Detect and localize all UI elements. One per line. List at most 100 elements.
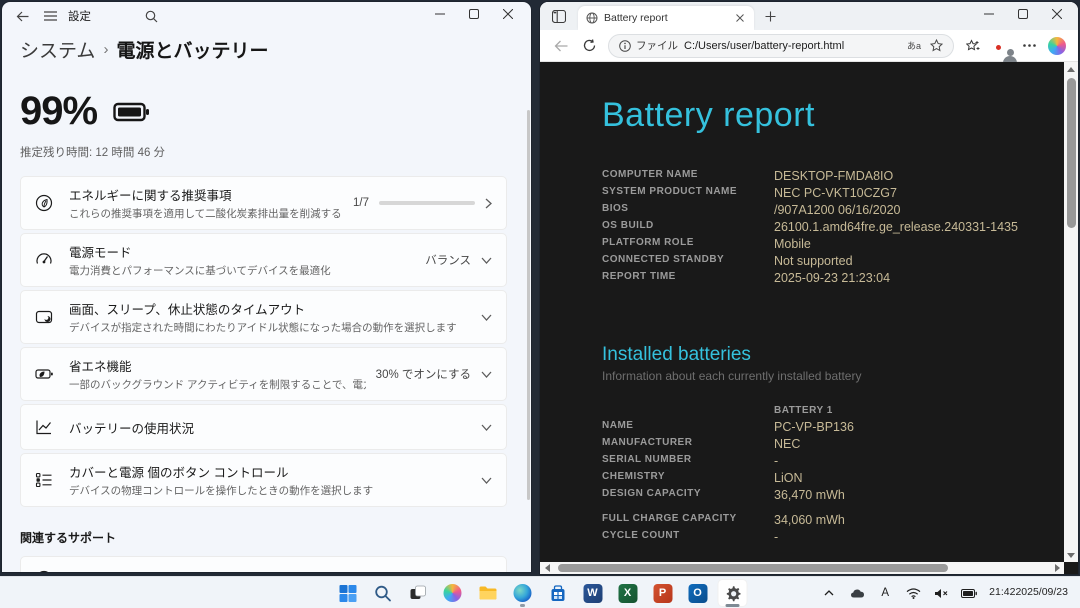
breadcrumb-system[interactable]: システム [20,36,95,63]
tab-battery-report[interactable]: Battery report [578,6,754,30]
chevron-down-icon[interactable] [481,477,492,484]
chevron-down-icon[interactable] [481,424,492,431]
card-title: エネルギーに関する推奨事項 [69,189,232,203]
table-header-row: BATTERY 1 [774,404,833,416]
card-subtitle: デバイスの物理コントロールを操作したときの動作を選択します [69,485,374,497]
taskbar-center: W X P O [333,577,748,608]
battery-remaining-time: 推定残り時間: 12 時間 46 分 [20,147,166,159]
vertical-scrollbar[interactable] [1064,62,1078,562]
taskbar-clock[interactable]: 21:42 2025/09/23 [985,580,1072,606]
search-button[interactable] [368,579,398,607]
card-energy-recommendations[interactable]: エネルギーに関する推奨事項 これらの推奨事項を適用して二酸化炭素排出量を削減する… [20,176,507,230]
table-row: CHEMISTRY LiON [602,471,803,485]
onedrive-icon[interactable] [845,580,869,606]
notification-badge [995,43,1002,51]
report-title: Battery report [602,96,815,134]
copilot-button[interactable] [438,579,468,607]
card-battery-usage[interactable]: バッテリーの使用状況 [20,404,507,450]
task-view-button[interactable] [403,579,433,607]
breadcrumb-chevron-icon: › [103,41,109,58]
controls-list-icon [35,471,55,489]
scrollbar-thumb[interactable] [1066,78,1076,228]
battery-report-page: Battery report COMPUTER NAME DESKTOP-FMDA… [540,62,1078,574]
settings-scrollbar[interactable] [527,110,530,500]
installed-batteries-heading: Installed batteries [602,344,751,365]
refresh-icon[interactable] [576,33,602,59]
maximize-icon[interactable] [1006,2,1040,26]
file-explorer-button[interactable] [473,579,503,607]
tab-actions-icon[interactable] [546,5,572,27]
system-tray: A 21:42 2025/09/23 [817,577,1072,608]
card-power-mode[interactable]: 電源モード 電力消費とパフォーマンスに基づいてデバイスを最適化 バランス [20,233,507,287]
chevron-down-icon[interactable] [481,257,492,264]
table-row: SERIAL NUMBER - [602,454,779,468]
volume-muted-icon[interactable] [929,580,953,606]
installed-batteries-table: BATTERY 1 NAME PC-VP-BP136 MANUFACTURER NE… [602,403,854,545]
help-card: 電源に関するヘルプ Windows PC を自動的にロックする [20,556,507,572]
add-favorite-star-icon[interactable] [925,36,947,56]
maximize-icon[interactable] [457,2,491,26]
hamburger-menu-icon[interactable] [36,4,64,28]
chart-icon [35,418,55,436]
horizontal-scrollbar[interactable] [540,562,1064,574]
table-row: COMPUTER NAME DESKTOP-FMDA8IO [602,168,894,183]
favorites-icon[interactable] [960,33,986,59]
new-tab-icon[interactable] [758,4,782,28]
card-title: 画面、スリープ、休止状態のタイムアウト [69,303,306,317]
chevron-down-icon[interactable] [481,314,492,321]
microsoft-store-button[interactable] [543,579,573,607]
settings-button[interactable] [717,579,748,607]
profile-avatar[interactable] [988,33,1014,59]
recommendations-count: 1/7 [353,197,369,209]
powerpoint-button[interactable]: P [648,579,678,607]
table-row: PLATFORM ROLE Mobile [602,236,811,251]
battery-status: 99% [20,89,507,134]
help-card-title: 電源に関するヘルプ [69,569,471,572]
minimize-icon[interactable] [972,2,1006,26]
wifi-icon[interactable] [901,580,925,606]
tray-chevron-up-icon[interactable] [817,580,841,606]
table-row: BIOS/907A1200 06/16/2020 [602,202,901,217]
table-row: REPORT TIME 2025-09-23 21:23:04 [602,270,891,285]
related-support-header: 関連するサポート [20,531,117,545]
tab-close-icon[interactable] [732,10,748,26]
edge-window: Battery report ファイル C:/Users/user/batter… [540,2,1078,574]
scroll-up-icon[interactable] [1064,62,1078,76]
scroll-left-icon[interactable] [540,562,554,574]
copilot-icon[interactable] [1044,33,1070,59]
back-icon[interactable] [8,4,36,28]
ime-mode-indicator[interactable]: A [873,580,897,606]
word-button[interactable]: W [578,579,608,607]
screen-sleep-icon [35,308,55,326]
scroll-right-icon[interactable] [1050,562,1064,574]
address-bar[interactable]: ファイル C:/Users/user/battery-report.html あ… [608,33,954,58]
table-row: DESIGN CAPACITY 36,470 mWh [602,488,845,502]
energy-saver-value: 30% でオンにする [375,369,471,381]
translate-icon[interactable]: あa [903,36,925,56]
card-energy-saver[interactable]: 省エネ機能 一部のバックグラウンド アクティビティを制限することで、電力消費を削… [20,347,507,401]
close-icon[interactable] [491,2,525,26]
card-screen-sleep-timeouts[interactable]: 画面、スリープ、休止状態のタイムアウト デバイスが指定された時間にわたりアイドル… [20,290,507,344]
file-info-icon[interactable] [619,39,631,52]
edge-button[interactable] [508,579,538,607]
more-menu-icon[interactable] [1016,33,1042,59]
battery-leaf-icon [35,365,55,383]
search-icon[interactable] [137,4,165,28]
address-url[interactable]: C:/Users/user/battery-report.html [684,40,903,52]
start-button[interactable] [333,579,363,607]
power-help-row[interactable]: 電源に関するヘルプ [21,557,506,572]
settings-titlebar: 設定 [2,2,531,30]
tab-title: Battery report [604,12,668,24]
scrollbar-thumb[interactable] [558,564,948,572]
card-lid-power-button-controls[interactable]: カバーと電源 個のボタン コントロール デバイスの物理コントロールを操作したとき… [20,453,507,507]
excel-button[interactable]: X [613,579,643,607]
globe-icon [35,570,55,572]
minimize-icon[interactable] [423,2,457,26]
chevron-down-icon[interactable] [481,371,492,378]
installed-batteries-subtitle: Information about each currently install… [602,369,862,383]
outlook-button[interactable]: O [683,579,713,607]
back-icon[interactable] [548,33,574,59]
close-icon[interactable] [1040,2,1074,26]
battery-tray-icon[interactable] [957,580,981,606]
scroll-down-icon[interactable] [1064,548,1078,562]
